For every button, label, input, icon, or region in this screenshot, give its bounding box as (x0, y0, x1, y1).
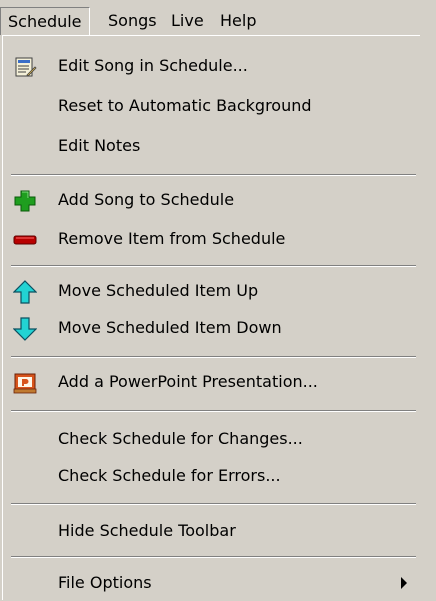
menu-item-label: File Options (58, 573, 152, 592)
menu-schedule[interactable]: Schedule (0, 7, 90, 35)
menu-item-add-song[interactable]: Add Song to Schedule (3, 182, 417, 218)
menu-item-label: Check Schedule for Changes... (58, 429, 303, 448)
menu-live[interactable]: Live (164, 7, 211, 35)
menu-item-label: Add a PowerPoint Presentation... (58, 372, 318, 391)
menu-separator (11, 356, 416, 358)
menu-bar: Schedule Songs Live Help (0, 0, 436, 38)
menu-item-add-powerpoint[interactable]: Add a PowerPoint Presentation... (3, 364, 417, 400)
menu-item-label: Reset to Automatic Background (58, 96, 312, 115)
menu-item-label: Edit Song in Schedule... (58, 56, 248, 75)
menu-separator (11, 265, 416, 267)
menu-item-file-options[interactable]: File Options (3, 565, 417, 601)
menu-item-hide-toolbar[interactable]: Hide Schedule Toolbar (3, 513, 417, 549)
arrow-down-icon (12, 317, 38, 341)
menu-item-label: Add Song to Schedule (58, 190, 235, 209)
menu-item-move-up[interactable]: Move Scheduled Item Up (3, 273, 417, 309)
submenu-arrow-icon (401, 577, 407, 589)
plus-icon (13, 189, 37, 213)
powerpoint-icon (13, 371, 37, 395)
menu-item-check-changes[interactable]: Check Schedule for Changes... (3, 421, 417, 457)
menu-item-remove-item[interactable]: Remove Item from Schedule (3, 221, 417, 257)
minus-icon (13, 228, 37, 252)
menu-item-move-down[interactable]: Move Scheduled Item Down (3, 310, 417, 346)
menu-separator (11, 174, 416, 176)
menu-item-edit-song[interactable]: Edit Song in Schedule... (3, 48, 417, 84)
menu-help[interactable]: Help (213, 7, 263, 35)
menu-item-label: Move Scheduled Item Up (58, 281, 259, 300)
arrow-up-icon (12, 280, 38, 304)
menu-item-reset-background[interactable]: Reset to Automatic Background (3, 88, 417, 124)
menu-item-label: Edit Notes (58, 136, 141, 155)
menu-separator (11, 410, 416, 412)
menu-item-label: Check Schedule for Errors... (58, 466, 281, 485)
menu-separator (11, 556, 416, 558)
menu-item-label: Remove Item from Schedule (58, 229, 286, 248)
menu-item-check-errors[interactable]: Check Schedule for Errors... (3, 458, 417, 494)
menu-songs[interactable]: Songs (101, 7, 164, 35)
edit-song-icon (13, 55, 37, 79)
menu-item-label: Move Scheduled Item Down (58, 318, 282, 337)
schedule-dropdown-menu: Edit Song in Schedule... Reset to Automa… (2, 35, 420, 600)
menu-separator (11, 503, 416, 505)
menu-item-edit-notes[interactable]: Edit Notes (3, 128, 417, 164)
menu-item-label: Hide Schedule Toolbar (58, 521, 236, 540)
